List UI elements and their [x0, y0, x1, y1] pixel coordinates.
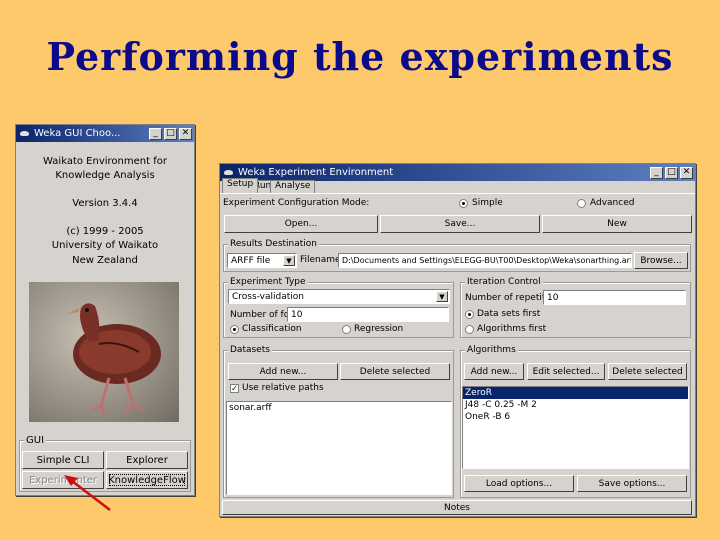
algorithms-add-new-button[interactable]: Add new...	[464, 363, 524, 380]
weka-bird-photo	[29, 282, 179, 422]
close-icon[interactable]: ✕	[680, 166, 693, 179]
classification-label: Classification	[242, 324, 302, 334]
data-sets-first-label: Data sets first	[477, 309, 541, 319]
config-mode-label: Experiment Configuration Mode:	[223, 198, 370, 208]
chevron-down-icon[interactable]: ▼	[283, 255, 295, 266]
mode-advanced-label: Advanced	[590, 198, 635, 208]
algorithms-delete-selected-button[interactable]: Delete selected	[608, 363, 687, 380]
maximize-icon[interactable]: □	[164, 127, 177, 140]
regression-radio[interactable]	[342, 325, 351, 334]
datasets-delete-selected-button[interactable]: Delete selected	[340, 363, 450, 380]
repetitions-field[interactable]: 10	[543, 290, 686, 305]
gui-chooser-titlebar[interactable]: Weka GUI Choo... _ □ ✕	[16, 125, 194, 142]
experiment-type-select[interactable]: Cross-validation ▼	[228, 289, 450, 304]
simple-cli-button[interactable]: Simple CLI	[22, 451, 104, 469]
mode-simple-radio[interactable]	[459, 199, 468, 208]
tab-setup[interactable]: Setup	[222, 178, 259, 193]
about-line-3: Version 3.4.4	[72, 198, 138, 209]
tab-analyse[interactable]: Analyse	[270, 180, 316, 193]
results-type-select[interactable]: ARFF file ▼	[227, 253, 297, 268]
regression-label: Regression	[354, 324, 404, 334]
datasets-label: Datasets	[228, 345, 272, 355]
mode-simple-label: Simple	[472, 198, 503, 208]
weka-bird-icon	[223, 167, 234, 178]
close-icon[interactable]: ✕	[179, 127, 192, 140]
about-line-1: Waikato Environment for	[43, 156, 167, 167]
algorithms-first-label: Algorithms first	[477, 324, 547, 334]
chevron-down-icon[interactable]: ▼	[436, 291, 448, 302]
notes-button[interactable]: Notes	[222, 500, 692, 515]
about-line-2: Knowledge Analysis	[55, 170, 155, 181]
list-item[interactable]: OneR -B 6	[463, 411, 688, 423]
about-line-6: New Zealand	[72, 255, 138, 266]
new-button[interactable]: New	[542, 215, 692, 233]
minimize-icon[interactable]: _	[650, 166, 663, 179]
minimize-icon[interactable]: _	[149, 127, 162, 140]
maximize-icon[interactable]: □	[665, 166, 678, 179]
gui-chooser-title: Weka GUI Choo...	[34, 128, 121, 139]
experiment-titlebar[interactable]: Weka Experiment Environment _ □ ✕	[220, 164, 695, 181]
slide-title: Performing the experiments	[46, 34, 674, 79]
algorithms-first-radio[interactable]	[465, 325, 474, 334]
algorithms-label: Algorithms	[465, 345, 518, 355]
open-button[interactable]: Open...	[224, 215, 378, 233]
list-item[interactable]: ZeroR	[463, 387, 688, 399]
knowledge-flow-button[interactable]: KnowledgeFlow	[106, 471, 188, 489]
mode-advanced-radio[interactable]	[577, 199, 586, 208]
iteration-control-label: Iteration Control	[465, 277, 543, 287]
about-line-4: (c) 1999 - 2005	[66, 226, 144, 237]
tab-panel-border	[220, 193, 695, 194]
datasets-list[interactable]: sonar.arff	[226, 401, 452, 495]
about-line-5: University of Waikato	[51, 240, 159, 251]
algorithms-list[interactable]: ZeroR J48 -C 0.25 -M 2 OneR -B 6	[462, 386, 689, 469]
data-sets-first-radio[interactable]	[465, 310, 474, 319]
experiment-type-label: Experiment Type	[228, 277, 308, 287]
experiment-type-value: Cross-validation	[232, 291, 304, 302]
weka-bird-icon	[19, 128, 30, 139]
results-destination-label: Results Destination	[228, 239, 320, 249]
list-item[interactable]: J48 -C 0.25 -M 2	[463, 399, 688, 411]
browse-button[interactable]: Browse...	[634, 252, 688, 269]
classification-radio[interactable]	[230, 325, 239, 334]
filename-field[interactable]: D:\Documents and Settings\ELEGG-BU\T00\D…	[338, 253, 632, 268]
save-button[interactable]: Save...	[380, 215, 540, 233]
results-type-value: ARFF file	[231, 255, 271, 266]
gui-group-label: GUI	[24, 435, 47, 446]
folds-field[interactable]: 10	[287, 307, 449, 322]
annotation-arrow	[64, 475, 111, 511]
save-options-button[interactable]: Save options...	[577, 475, 687, 492]
use-relative-paths-label: Use relative paths	[242, 383, 324, 393]
explorer-button[interactable]: Explorer	[106, 451, 188, 469]
datasets-add-new-button[interactable]: Add new...	[228, 363, 338, 380]
experiment-title: Weka Experiment Environment	[238, 167, 394, 178]
use-relative-paths-checkbox[interactable]: ✓	[230, 384, 239, 393]
load-options-button[interactable]: Load options...	[464, 475, 574, 492]
list-item[interactable]: sonar.arff	[227, 402, 451, 414]
algorithms-edit-selected-button[interactable]: Edit selected...	[527, 363, 605, 380]
